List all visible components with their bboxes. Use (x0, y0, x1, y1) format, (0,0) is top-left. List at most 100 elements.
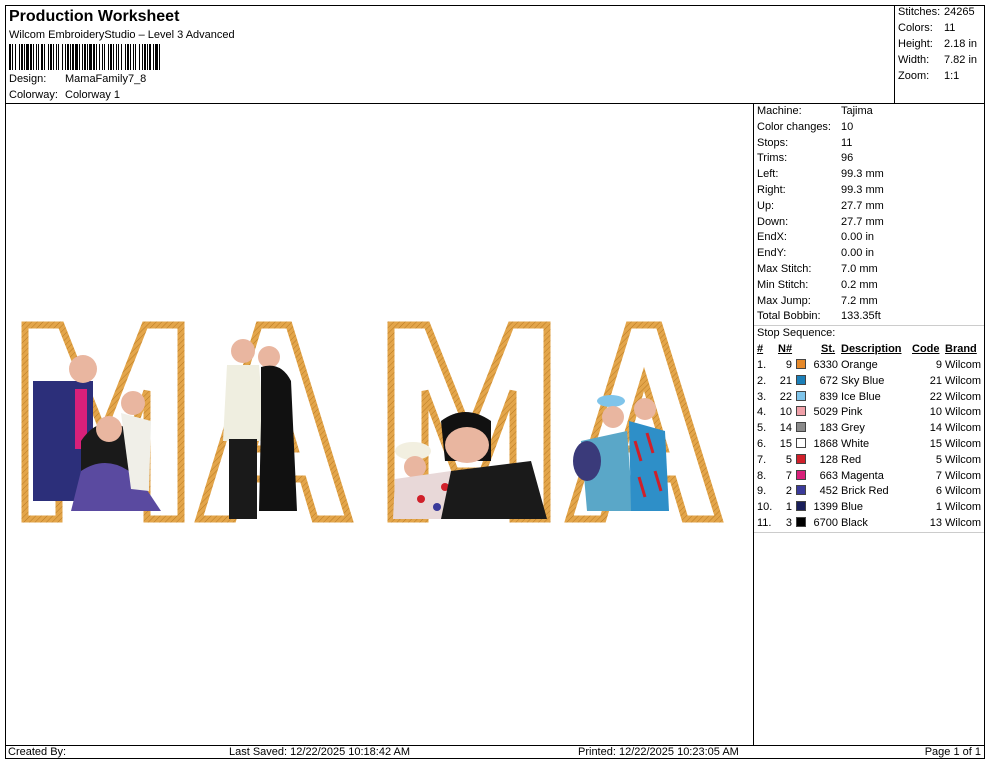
stats-box: Stitches: 24265 Colors: 11 Height: 2.18 in … (895, 6, 984, 104)
machine-row-value: Tajima (841, 105, 873, 117)
machine-row-value: 0.00 in (841, 247, 875, 260)
color-code: 14 (929, 422, 942, 435)
last-saved: Last Saved: 12/22/2025 10:18:42 AM (229, 746, 411, 758)
color-description: Red (841, 453, 862, 466)
table-row: 6. 15 1868 White 15 Wilcom (754, 438, 984, 454)
machine-row-value: 99.3 mm (841, 168, 884, 181)
stop-num: 4. (757, 406, 767, 419)
stitch-count: 6330 (813, 359, 838, 371)
machine-row-value: 10 (841, 120, 854, 133)
needle-num: 15 (779, 438, 792, 450)
needle-num: 5 (785, 453, 792, 466)
needle-num: 3 (785, 517, 792, 529)
color-code: 5 (935, 453, 942, 466)
color-code: 6 (935, 485, 942, 498)
color-description: Brick Red (841, 485, 889, 498)
stitch-count: 672 (819, 374, 838, 387)
color-swatch (796, 485, 806, 496)
color-code: 13 (929, 517, 942, 529)
color-swatch (796, 390, 806, 401)
width-label: Width: (898, 54, 930, 66)
stop-num: 6. (757, 438, 767, 450)
table-row: 11. 3 6700 Black 13 Wilcom (754, 517, 984, 533)
worksheet-header: Production Worksheet Wilcom EmbroiderySt… (6, 6, 895, 104)
stop-num: 3. (757, 390, 767, 403)
color-code: 21 (929, 374, 942, 387)
stop-sequence-title: Stop Sequence: (757, 327, 836, 339)
table-row: 5. 14 183 Grey 14 Wilcom (754, 422, 984, 438)
stitches-row: Stitches: 24265 (898, 6, 975, 18)
col-description-header: Description (841, 343, 902, 355)
color-swatch (796, 422, 806, 433)
needle-num: 21 (779, 374, 792, 387)
machine-row-label: Machine: (757, 105, 802, 117)
machine-row-value: 7.2 mm (841, 294, 878, 307)
stitch-count: 183 (819, 422, 838, 435)
design-row: Design: MamaFamily7_8 (9, 73, 146, 85)
width-row: Width: 7.82 in (898, 54, 977, 66)
created-by: Created By: (8, 746, 67, 758)
design-canvas (6, 104, 754, 745)
color-swatch (796, 517, 806, 527)
stop-num: 1. (757, 359, 767, 371)
stitches-label: Stitches: (898, 6, 941, 18)
stitch-count: 663 (819, 469, 838, 482)
height-label: Height: (898, 38, 933, 50)
worksheet-frame: Production Worksheet Wilcom EmbroiderySt… (5, 5, 985, 759)
height-row: Height: 2.18 in (898, 38, 977, 50)
machine-row-label: Left: (757, 168, 779, 181)
color-description: White (841, 438, 870, 450)
printed-date: Printed: 12/22/2025 10:23:05 AM (578, 746, 739, 758)
worksheet-footer: Created By: Last Saved: 12/22/2025 10:18… (6, 745, 984, 758)
needle-num: 2 (785, 485, 792, 498)
color-swatch (796, 406, 806, 417)
machine-row-value: 11 (841, 136, 853, 149)
zoom-value: 1:1 (944, 70, 960, 82)
machine-row-value: 27.7 mm (841, 215, 884, 228)
machine-row-label: EndX: (757, 231, 787, 244)
info-panel: Machine: Tajima Color changes: 10 Stops: 11 Tr… (754, 104, 984, 745)
thread-brand: Wilcom (945, 374, 982, 387)
height-value: 2.18 in (944, 38, 978, 50)
color-description: Grey (841, 422, 865, 435)
thread-brand: Wilcom (945, 438, 982, 450)
stitch-count: 839 (819, 390, 838, 403)
machine-row-label: Min Stitch: (757, 278, 809, 291)
color-description: Pink (841, 406, 863, 419)
colors-value: 11 (944, 22, 956, 34)
colorway-value: Colorway 1 (65, 89, 121, 101)
needle-num: 9 (785, 359, 792, 371)
color-code: 22 (929, 390, 942, 403)
col-n-header: N# (778, 343, 793, 355)
stitch-count: 6700 (813, 517, 838, 529)
design-label: Design: (9, 73, 47, 85)
table-row: 4. 10 5029 Pink 10 Wilcom (754, 406, 984, 422)
col-st-header: St. (821, 343, 836, 355)
color-code: 15 (929, 438, 942, 450)
color-swatch (796, 469, 806, 480)
color-swatch (796, 453, 806, 464)
colors-row: Colors: 11 (898, 22, 955, 34)
machine-row-label: Down: (757, 215, 789, 228)
color-swatch (796, 438, 806, 448)
letter-m-1 (21, 321, 185, 523)
design-value: MamaFamily7_8 (65, 73, 147, 85)
stitch-count: 452 (819, 485, 838, 498)
barcode-bar (160, 44, 162, 70)
software-name: Wilcom EmbroideryStudio – Level 3 Advanc… (9, 29, 235, 41)
thread-brand: Wilcom (945, 501, 982, 514)
needle-num: 7 (785, 469, 792, 482)
colorway-label: Colorway: (9, 89, 58, 101)
machine-row-label: Color changes: (757, 120, 831, 133)
stop-num: 9. (757, 485, 767, 498)
thread-brand: Wilcom (945, 406, 982, 419)
table-row: 2. 21 672 Sky Blue 21 Wilcom (754, 374, 984, 391)
colorway-row: Colorway: Colorway 1 (9, 89, 120, 101)
stop-num: 5. (757, 422, 767, 435)
machine-row-value: 27.7 mm (841, 199, 884, 212)
color-description: Sky Blue (841, 374, 885, 387)
stop-num: 10. (757, 501, 773, 514)
thread-brand: Wilcom (945, 469, 982, 482)
machine-row-value: 99.3 mm (841, 184, 884, 196)
machine-row-label: Max Stitch: (757, 263, 812, 275)
